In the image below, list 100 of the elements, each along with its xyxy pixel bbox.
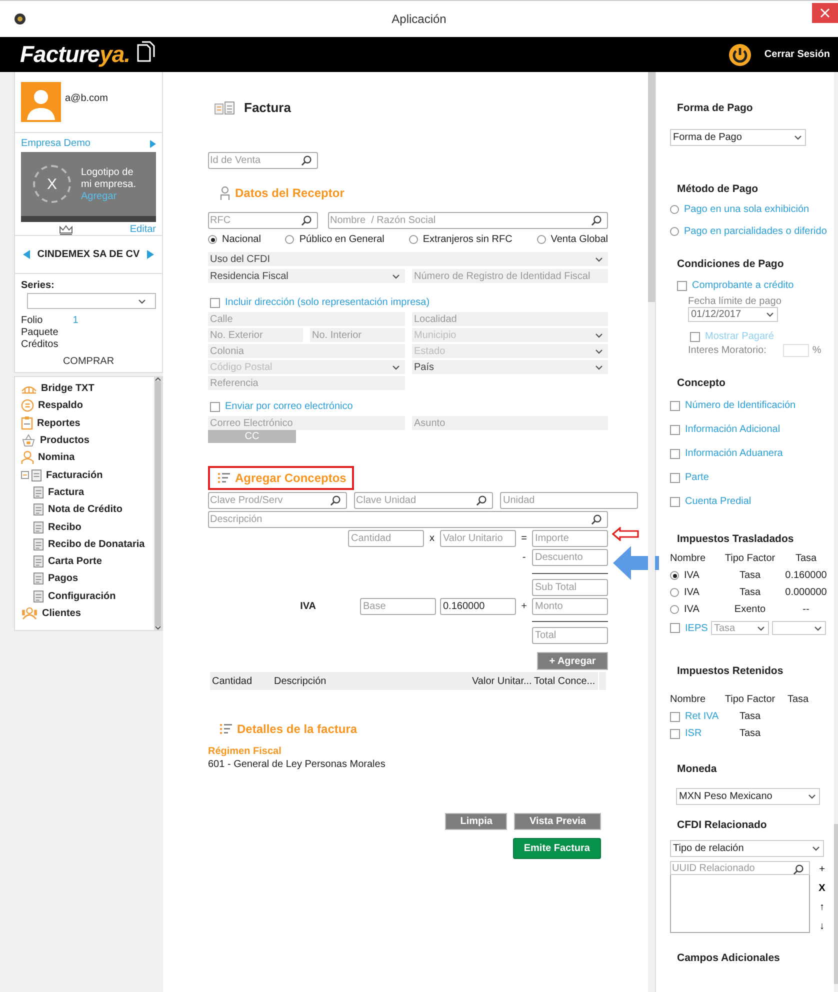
dropdown[interactable]: Tipo de relación: [670, 840, 824, 857]
nav-item[interactable]: Recibo de Donataria: [21, 536, 154, 553]
logout-button[interactable]: Cerrar Sesión: [728, 42, 830, 66]
buy-button[interactable]: COMPRAR: [56, 355, 120, 368]
text-field[interactable]: Unidad: [500, 492, 638, 509]
list-box[interactable]: [670, 875, 810, 933]
rate-field[interactable]: 0.160000: [440, 598, 516, 615]
scroll-up-icon[interactable]: [155, 377, 161, 381]
checkbox[interactable]: [670, 424, 680, 434]
add-button[interactable]: +: [818, 861, 826, 877]
dropdown[interactable]: [772, 621, 826, 635]
nav-item[interactable]: Recibo: [21, 518, 154, 536]
nav-item[interactable]: Carta Porte: [21, 552, 154, 570]
text-field[interactable]: Sub Total: [532, 579, 608, 596]
remove-button[interactable]: X: [818, 880, 826, 896]
nav-item[interactable]: Productos: [21, 432, 154, 450]
section-title: Método de Pago: [677, 183, 760, 195]
search-field[interactable]: Clave Prod/Serv: [208, 492, 347, 509]
nav-item[interactable]: Clientes: [21, 604, 154, 622]
radio-label: Pago en una sola exhibición: [684, 204, 810, 215]
emit-button[interactable]: Emite Factura: [512, 838, 601, 859]
search-field[interactable]: RFC: [208, 212, 318, 229]
nav-item[interactable]: Configuración: [21, 588, 154, 605]
radio-label: Público en General: [299, 234, 384, 245]
invoice-icon: [214, 100, 236, 114]
radio-button[interactable]: [408, 235, 418, 244]
move-down-button[interactable]: ↓: [818, 918, 826, 934]
nav-item[interactable]: Reportes: [21, 414, 154, 432]
radio-button[interactable]: [670, 605, 679, 614]
nav-item[interactable]: Nomina: [21, 449, 154, 466]
search-field[interactable]: Nombre / Razón Social: [328, 212, 608, 229]
radio-button[interactable]: [670, 205, 679, 214]
radio-button[interactable]: [208, 235, 217, 244]
window-title: Aplicación: [392, 12, 446, 26]
close-button[interactable]: [812, 3, 838, 23]
dropdown[interactable]: Forma de Pago: [670, 129, 806, 146]
section-title: Forma de Pago: [677, 102, 754, 114]
scrollbar[interactable]: [154, 377, 162, 630]
search-field[interactable]: Id de Venta: [208, 152, 318, 169]
checkbox[interactable]: [670, 448, 680, 458]
dropdown[interactable]: MXN Peso Mexicano: [676, 788, 820, 805]
radio-button[interactable]: [536, 235, 546, 244]
radio-button[interactable]: [285, 235, 294, 244]
nav-item[interactable]: Pagos: [21, 570, 154, 588]
radio-button[interactable]: [670, 227, 679, 236]
unit-label: %: [812, 345, 822, 356]
dropdown[interactable]: Residencia Fiscal: [208, 269, 405, 283]
nav-item[interactable]: Facturación: [21, 466, 154, 484]
radio-button[interactable]: [670, 588, 679, 597]
text-field[interactable]: Importe: [532, 530, 608, 547]
checkbox-label: Enviar por correo electrónico: [225, 401, 353, 412]
checkbox[interactable]: [210, 298, 220, 308]
checkbox-label: Información Aduanera: [685, 448, 783, 459]
checkbox[interactable]: [690, 332, 700, 342]
clear-button[interactable]: Limpia: [445, 813, 508, 830]
nav-item[interactable]: Bridge TXT: [21, 380, 154, 398]
close-icon: [820, 8, 830, 18]
nav-item[interactable]: Respaldo: [21, 397, 154, 415]
nav-item[interactable]: Factura: [21, 484, 154, 502]
scroll-down-icon[interactable]: [155, 626, 161, 630]
dropdown[interactable]: País: [412, 360, 608, 374]
text-field[interactable]: Cantidad: [348, 530, 424, 547]
operator: x: [428, 533, 436, 544]
text-field[interactable]: Descuento: [532, 549, 608, 566]
backup-icon: [21, 399, 34, 412]
nav-item[interactable]: Nota de Crédito: [21, 501, 154, 518]
dropdown[interactable]: Uso del CFDI: [208, 252, 608, 266]
text-field[interactable]: Total: [532, 627, 608, 644]
checkbox[interactable]: [210, 402, 220, 412]
move-up-button[interactable]: ↑: [818, 899, 826, 915]
search-field[interactable]: UUID Relacionado: [670, 861, 810, 875]
date-dropdown[interactable]: 01/12/2017: [688, 307, 778, 322]
radio-button[interactable]: [670, 571, 679, 580]
text-field[interactable]: Valor Unitario: [440, 530, 516, 547]
checkbox[interactable]: [677, 280, 687, 290]
text-field[interactable]: Base: [360, 598, 436, 615]
series-dropdown[interactable]: [27, 293, 156, 309]
checkbox-label: IEPS: [685, 622, 708, 634]
next-icon[interactable]: [146, 250, 154, 259]
preview-button[interactable]: Vista Previa: [514, 813, 601, 830]
chevron-icon: [392, 274, 400, 278]
checkbox[interactable]: [670, 496, 680, 506]
expand-toggle-icon[interactable]: [21, 471, 29, 480]
text-field[interactable]: Monto: [532, 598, 608, 615]
checkbox[interactable]: [670, 472, 680, 482]
checkbox[interactable]: [670, 712, 680, 722]
search-field[interactable]: Clave Unidad: [354, 492, 493, 509]
play-icon[interactable]: [150, 140, 156, 148]
search-icon: [301, 215, 312, 226]
placeholder-text: Logotipo de mi empresa.: [81, 166, 138, 190]
checkbox[interactable]: [670, 623, 680, 633]
field-label: Fecha límite de pago: [688, 296, 782, 307]
checkbox[interactable]: [670, 400, 680, 410]
previous-icon[interactable]: [23, 250, 30, 259]
checkbox[interactable]: [670, 728, 680, 738]
radio-label: Extranjeros sin RFC: [422, 234, 512, 245]
scrollbar[interactable]: [648, 72, 655, 992]
chevron-icon: [595, 332, 603, 338]
add-button[interactable]: + Agregar: [537, 652, 608, 670]
search-field[interactable]: Descripción: [208, 511, 608, 528]
